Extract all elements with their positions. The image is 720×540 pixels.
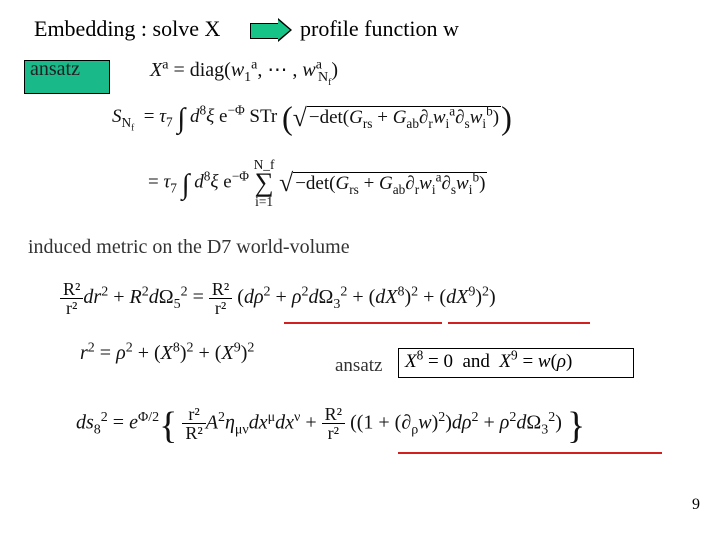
underline-red-2 [448,322,590,324]
page-number: 9 [692,496,700,514]
ansatz-boxed-equation: X8 = 0 and X9 = w(ρ) [398,348,634,378]
equation-x-diag: Xa = diag(w1a, ⋯ , waNf) [150,57,338,83]
underline-red-3 [398,452,522,454]
embedding-header-left: Embedding : solve X [34,16,220,42]
equation-action-line-2: = τ7 ∫ d8ξ e−Φ N_f∑i=1 √−det(Grs + Gab∂r… [148,158,487,209]
equation-r-squared: r2 = ρ2 + (X8)2 + (X9)2 [80,342,254,365]
ansatz-label-2: ansatz [335,355,382,377]
underline-red-1 [284,322,442,324]
embedding-header-right: profile function w [300,16,459,42]
arrow-head-icon [278,20,290,40]
ansatz-label-1: ansatz [30,58,80,81]
equation-ds8: ds82 = eΦ/2{ r²R²A2ημνdxμdxν + R²r² ((1 … [76,404,585,448]
equation-action-line-1: SNf = τ7 ∫ d8ξ e−Φ STr (√−det(Grs + Gab∂… [112,100,512,137]
underline-red-4 [522,452,662,454]
induced-metric-label: induced metric on the D7 world-volume [28,236,350,259]
arrow-body [250,23,280,39]
equation-induced-metric: R²r²dr2 + R2dΩ52 = R²r² (dρ2 + ρ2dΩ32 + … [60,280,496,317]
